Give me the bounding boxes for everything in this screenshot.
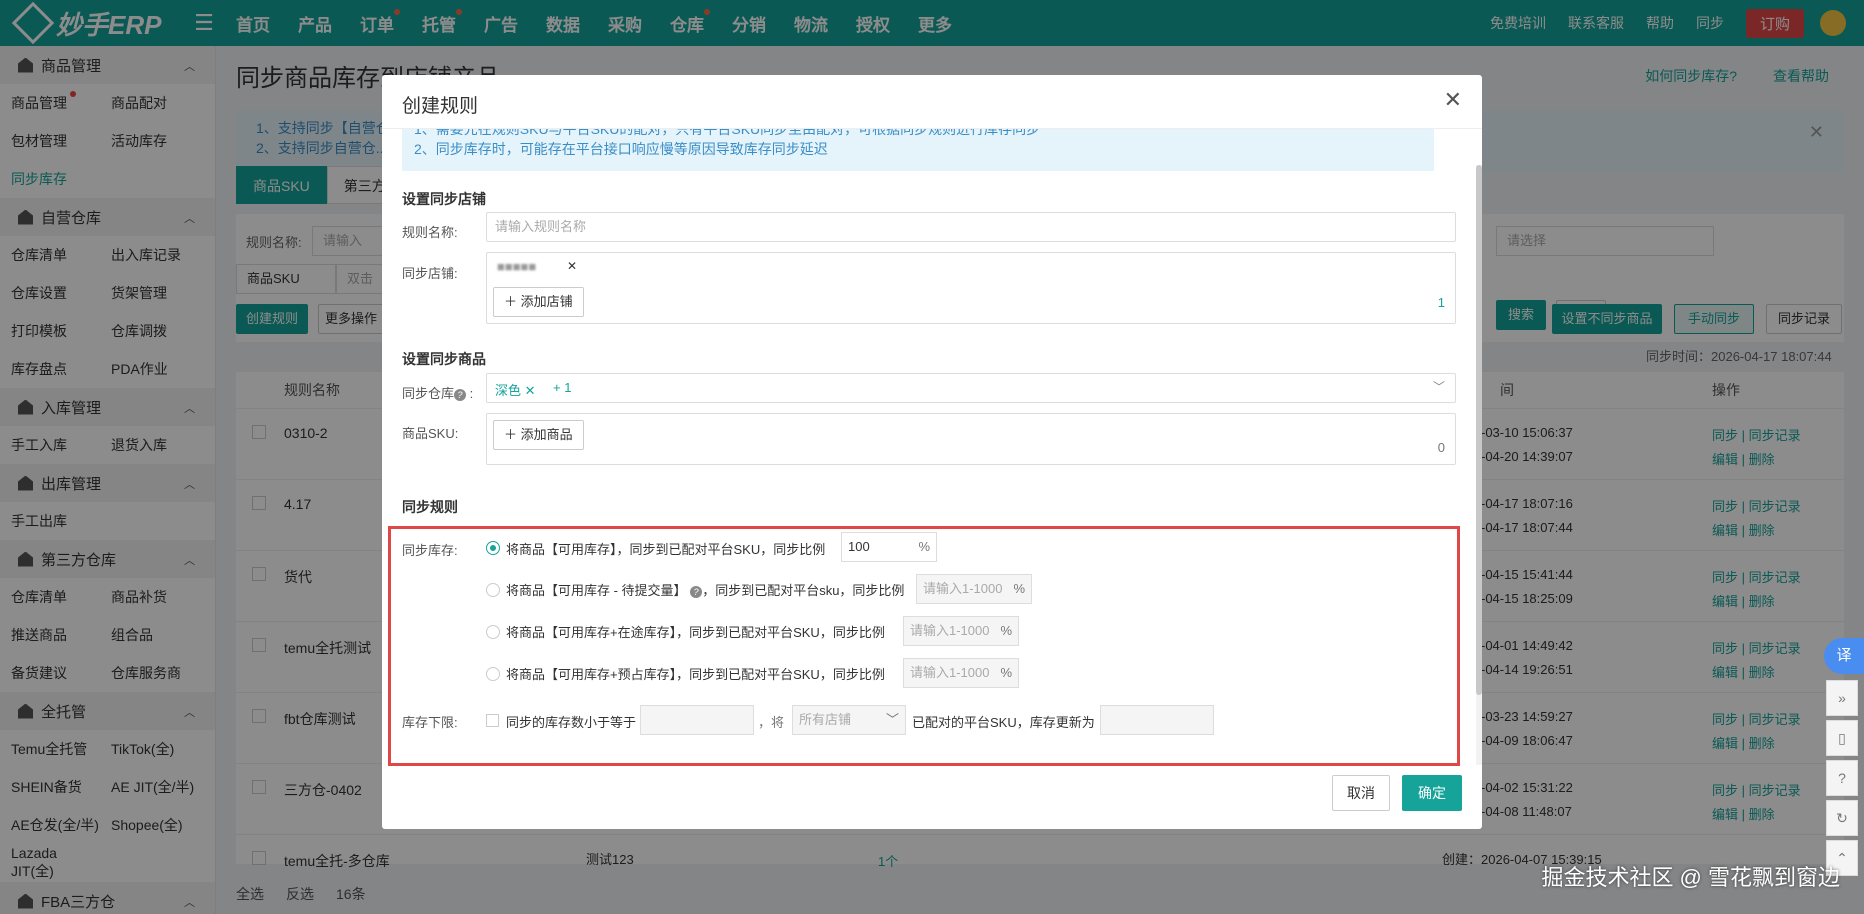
expand-icon[interactable]: » bbox=[1826, 680, 1858, 716]
percent-unit: % bbox=[918, 539, 930, 554]
tip-line: 1、需要先在规则SKU与平台SKU的配对，只有平台SKU同步至由配对，可根据同步… bbox=[414, 129, 1041, 137]
rule-name-label: 规则名称: bbox=[402, 225, 458, 240]
option-4-text: 将商品【可用库存+预占库存】，同步到已配对平台SKU，同步比例 bbox=[506, 667, 885, 682]
translate-button[interactable]: 译 bbox=[1824, 638, 1864, 674]
refresh-icon[interactable]: ↻ bbox=[1826, 800, 1858, 836]
float-tools: » ▯ ? ↻ ⌃ bbox=[1826, 680, 1858, 880]
warehouse-more-tag: + 1 bbox=[553, 380, 572, 395]
modal-title: 创建规则 bbox=[402, 96, 479, 117]
option-3-text: 将商品【可用库存+在途库存】，同步到已配对平台SKU，同步比例 bbox=[506, 625, 885, 640]
warehouse-label-text: 同步仓库 bbox=[402, 386, 455, 401]
add-store-label: 添加店铺 bbox=[520, 294, 573, 309]
section-store: 设置同步店铺 bbox=[402, 191, 486, 207]
lower-text-1: 同步的库存数小于等于 bbox=[506, 715, 637, 730]
stock-label: 同步库存: bbox=[402, 543, 458, 558]
section-goods: 设置同步商品 bbox=[402, 351, 486, 367]
help-icon[interactable]: ? bbox=[1826, 760, 1858, 796]
lower-text-2: ，将 bbox=[758, 715, 785, 730]
add-goods-label: 添加商品 bbox=[520, 427, 573, 442]
ratio-placeholder: 请输入1-1000 bbox=[910, 623, 990, 638]
sku-count: 0 bbox=[1437, 440, 1445, 455]
close-icon[interactable]: ✕ bbox=[1444, 87, 1462, 113]
warehouse-tag-label: 深色 bbox=[495, 383, 522, 398]
modal-tip: 1、需要先在规则SKU与平台SKU的配对，只有平台SKU同步至由配对，可根据同步… bbox=[402, 129, 1434, 171]
plus-icon: ＋ bbox=[504, 427, 521, 442]
scroll-thumb[interactable] bbox=[1476, 165, 1482, 695]
chevron-down-icon: ﹀ bbox=[885, 712, 899, 727]
mobile-icon[interactable]: ▯ bbox=[1826, 720, 1858, 756]
warehouse-select[interactable]: 深色 ✕ + 1 ﹀ bbox=[486, 373, 1456, 403]
sku-box[interactable]: ＋ 添加商品 0 bbox=[486, 413, 1456, 465]
create-rule-modal: 创建规则 ✕ 1、需要先在规则SKU与平台SKU的配对，只有平台SKU同步至由配… bbox=[382, 75, 1482, 829]
percent-unit: % bbox=[1000, 665, 1012, 680]
ratio-placeholder: 请输入1-1000 bbox=[923, 581, 1003, 596]
radio-option-4[interactable] bbox=[486, 667, 500, 681]
option-1-text: 将商品【可用库存】，同步到已配对平台SKU，同步比例 bbox=[506, 542, 826, 557]
ratio-value: 100 bbox=[848, 539, 870, 554]
update-stock-input[interactable] bbox=[1100, 705, 1214, 735]
add-goods-button[interactable]: ＋ 添加商品 bbox=[493, 420, 584, 450]
chevron-down-icon: ﹀ bbox=[1432, 380, 1445, 394]
cancel-button[interactable]: 取消 bbox=[1332, 775, 1390, 811]
option-2-label: 将商品【可用库存 - 待提交量】 bbox=[506, 583, 687, 598]
radio-option-2[interactable] bbox=[486, 583, 500, 597]
store-tag: ■■■■■ bbox=[497, 259, 537, 274]
lower-limit-checkbox[interactable] bbox=[486, 714, 499, 727]
option-2-tail: ，同步到已配对平台sku，同步比例 bbox=[702, 583, 905, 598]
ratio-input-4[interactable]: 请输入1-1000% bbox=[903, 658, 1019, 688]
add-store-button[interactable]: ＋ 添加店铺 bbox=[493, 287, 584, 317]
radio-option-1[interactable] bbox=[486, 541, 500, 555]
ratio-input-1[interactable]: 100% bbox=[841, 532, 937, 562]
warehouse-label: 同步仓库? : bbox=[402, 386, 474, 401]
section-rule: 同步规则 bbox=[402, 499, 458, 515]
ratio-placeholder: 请输入1-1000 bbox=[910, 665, 990, 680]
ratio-input-2[interactable]: 请输入1-1000% bbox=[916, 574, 1032, 604]
modal-header: 创建规则 ✕ bbox=[382, 75, 1482, 129]
store-box[interactable]: ■■■■■ ✕ ＋ 添加店铺 1 bbox=[486, 252, 1456, 324]
watermark: 掘金技术社区 @ 雪花飘到窗边 bbox=[1541, 865, 1840, 890]
rule-name-input[interactable]: 请输入规则名称 bbox=[486, 212, 1456, 242]
lower-limit-label: 库存下限: bbox=[402, 715, 458, 730]
percent-unit: % bbox=[1000, 623, 1012, 638]
ratio-input-3[interactable]: 请输入1-1000% bbox=[903, 616, 1019, 646]
confirm-button[interactable]: 确定 bbox=[1402, 775, 1462, 811]
modal-scrollbar[interactable] bbox=[1476, 165, 1482, 765]
tip-line: 2、同步库存时，可能存在平台接口响应慢等原因导致库存同步延迟 bbox=[414, 141, 828, 157]
percent-unit: % bbox=[1013, 581, 1025, 596]
store-scope-select[interactable]: 所有店铺 ﹀ bbox=[792, 705, 906, 735]
modal-footer: 取消 确定 bbox=[382, 769, 1482, 829]
remove-tag-icon[interactable]: ✕ bbox=[567, 259, 577, 273]
lower-limit-input[interactable] bbox=[640, 705, 754, 735]
store-label: 同步店铺: bbox=[402, 266, 458, 281]
lower-text-3: 已配对的平台SKU，库存更新为 bbox=[912, 715, 1095, 730]
store-count: 1 bbox=[1437, 295, 1445, 310]
sku-label: 商品SKU: bbox=[402, 426, 459, 441]
question-icon[interactable]: ? bbox=[454, 388, 467, 401]
option-2-text: 将商品【可用库存 - 待提交量】 ? ，同步到已配对平台sku，同步比例 bbox=[506, 580, 904, 599]
warehouse-tag: 深色 ✕ bbox=[495, 383, 536, 398]
plus-icon: ＋ bbox=[504, 294, 521, 309]
radio-option-3[interactable] bbox=[486, 625, 500, 639]
question-icon[interactable]: ? bbox=[690, 585, 703, 598]
store-scope-value: 所有店铺 bbox=[799, 712, 852, 727]
